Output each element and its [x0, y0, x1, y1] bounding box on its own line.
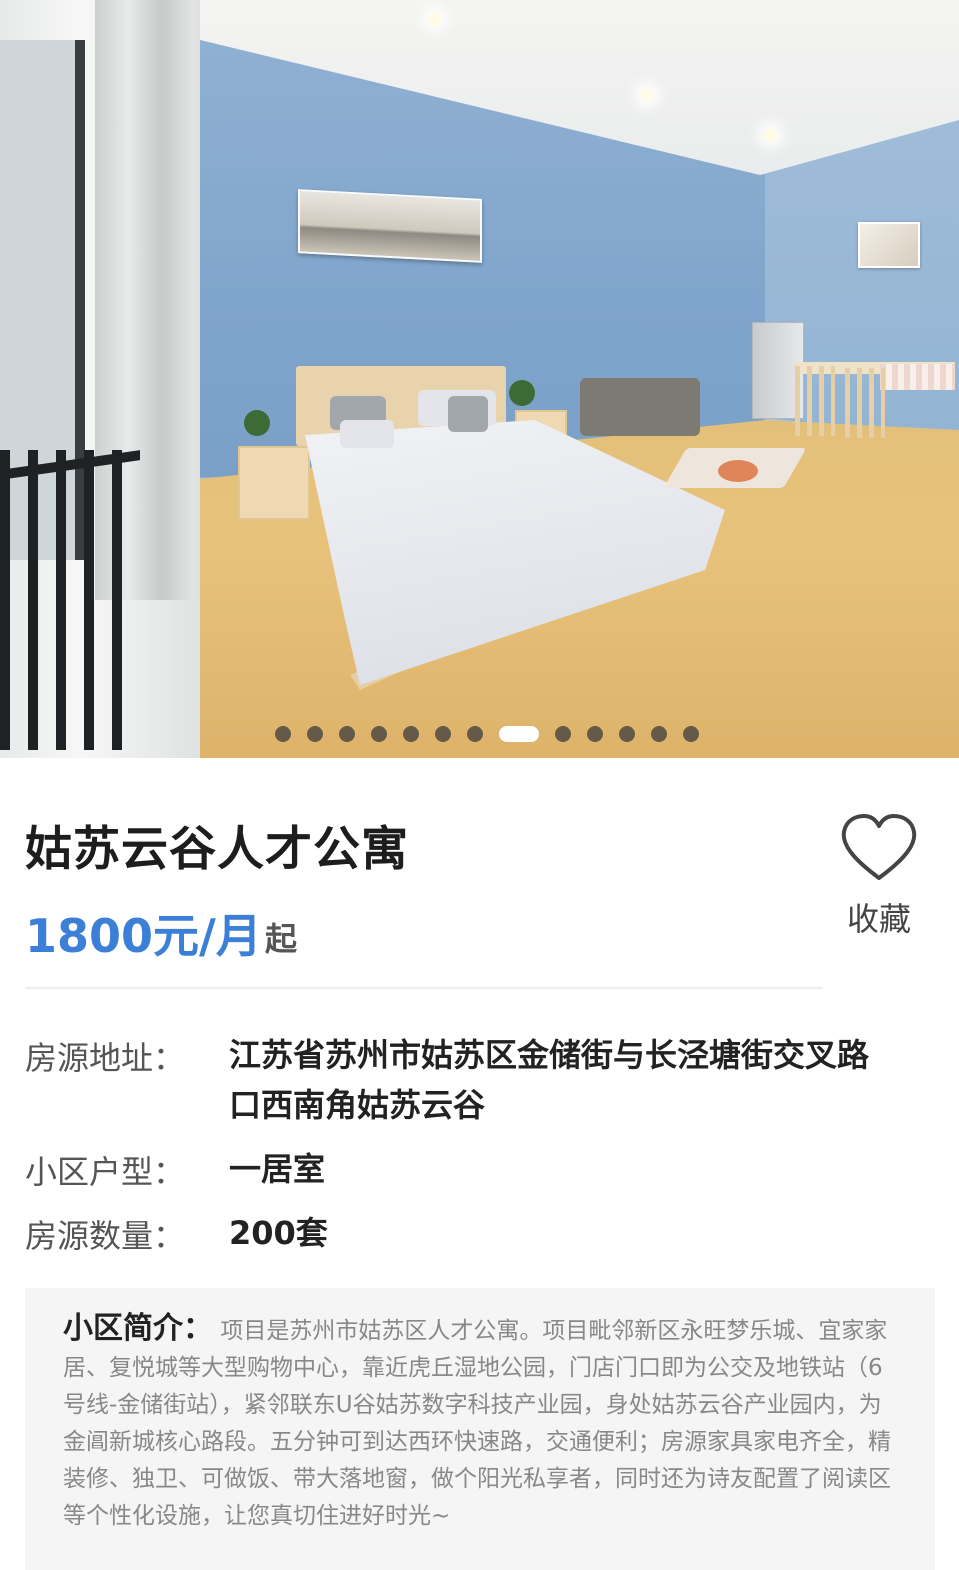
apartment-photo[interactable]: [0, 0, 959, 758]
chair: [795, 366, 835, 436]
carousel-dot[interactable]: [306, 726, 323, 742]
ceiling-light: [428, 12, 442, 26]
carousel-dot[interactable]: [554, 726, 571, 742]
address-value-line2: 口西南角姑苏云谷: [229, 1086, 486, 1124]
unit-type-label: 小区户型：: [25, 1153, 186, 1191]
address-value-line1: 江苏省苏州市姑苏区金储街与长泾塘街交叉路: [229, 1036, 870, 1074]
carousel-dot[interactable]: [274, 726, 291, 742]
intro-label: 小区简介：: [63, 1311, 213, 1346]
listing-title: 姑苏云谷人才公寓: [25, 822, 409, 877]
ceiling-light: [764, 128, 778, 142]
favorite-label: 收藏: [846, 900, 911, 938]
divider: [25, 987, 823, 989]
unit-count-label: 房源数量：: [25, 1217, 186, 1255]
carousel-dot[interactable]: [434, 726, 451, 742]
price-suffix: 起: [265, 920, 298, 958]
carousel-dot[interactable]: [370, 726, 387, 742]
carousel-dot[interactable]: [338, 726, 355, 742]
intro-text: 项目是苏州市姑苏区人才公寓。项目毗邻新区永旺梦乐城、宜家家居、复悦城等大型购物中…: [63, 1318, 891, 1529]
heart-icon: [841, 814, 917, 880]
listing-price: 1800元/月: [25, 909, 262, 963]
favorite-button[interactable]: 收藏: [838, 812, 920, 942]
carousel-dot[interactable]: [650, 726, 667, 742]
community-intro: 小区简介： 项目是苏州市姑苏区人才公寓。项目毗邻新区永旺梦乐城、宜家家居、复悦城…: [25, 1288, 935, 1570]
nightstand: [238, 446, 310, 520]
carousel-dot[interactable]: [682, 726, 699, 742]
rug-pattern: [718, 460, 758, 482]
pillow: [340, 420, 394, 448]
carousel-dot[interactable]: [618, 726, 635, 742]
unit-type-value: 一居室: [229, 1150, 326, 1188]
railing: [0, 450, 140, 750]
chair: [845, 368, 885, 438]
carousel-dot-active[interactable]: [498, 726, 539, 742]
carousel-dot[interactable]: [402, 726, 419, 742]
carousel-indicator: [0, 724, 959, 744]
unit-count-value: 200套: [229, 1214, 328, 1252]
carousel-dot[interactable]: [466, 726, 483, 742]
table-cloth: [880, 364, 955, 390]
plant: [244, 410, 270, 436]
intro-text-block: 小区简介： 项目是苏州市姑苏区人才公寓。项目毗邻新区永旺梦乐城、宜家家居、复悦城…: [63, 1310, 903, 1535]
wall-painting: [298, 189, 482, 263]
wall-painting-small: [858, 222, 920, 268]
sofa: [580, 378, 700, 436]
carousel-dot[interactable]: [586, 726, 603, 742]
plant: [509, 380, 535, 406]
address-label: 房源地址：: [25, 1039, 186, 1077]
ceiling-light: [640, 88, 654, 102]
pillow: [448, 396, 488, 432]
